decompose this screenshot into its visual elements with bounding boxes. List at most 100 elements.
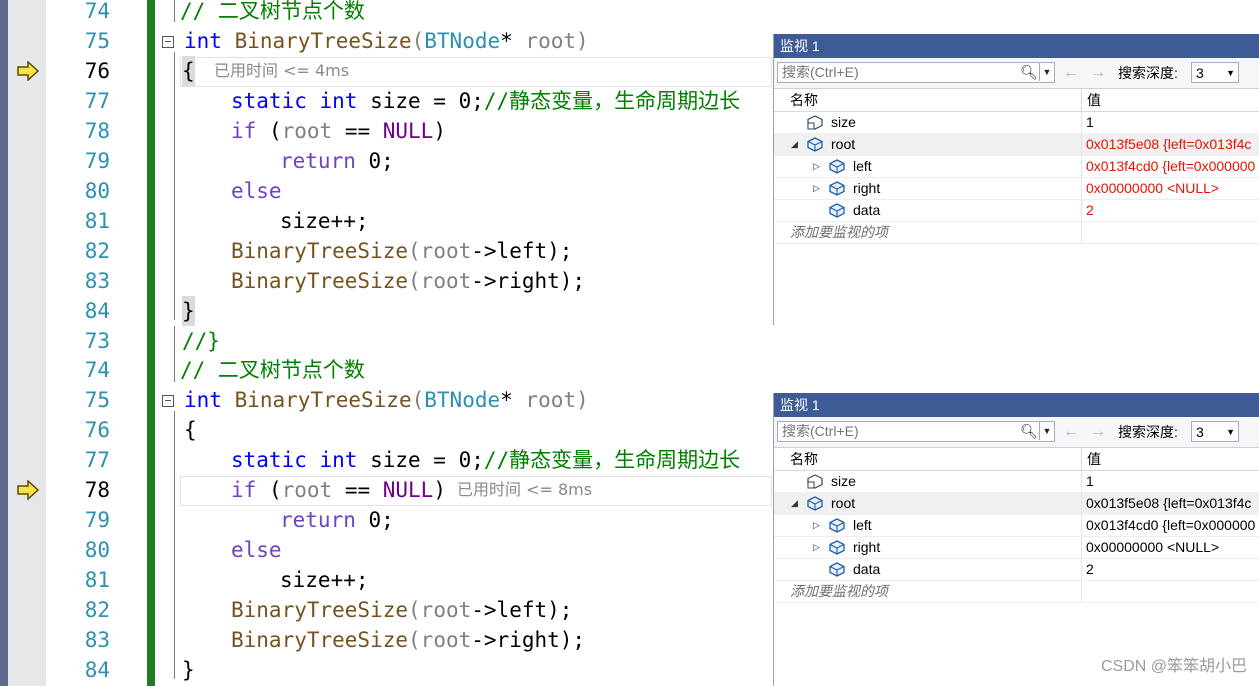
watch-value[interactable]: 1 xyxy=(1086,112,1094,133)
watch-toolbar: 🔍︎ ▼ ← → 搜索深度: 3▼ xyxy=(774,58,1259,89)
column-divider xyxy=(1081,112,1082,133)
watch-column-header: 名称 值 xyxy=(774,448,1259,471)
watch-row-root[interactable]: ◢ root 0x013f5e08 {left=0x013f4c xyxy=(774,493,1259,515)
brace: } xyxy=(182,658,195,682)
watch-value[interactable]: 2 xyxy=(1086,559,1094,580)
watch-row-right[interactable]: ▷ right 0x00000000 <NULL> xyxy=(774,537,1259,559)
watch-value[interactable]: 0x013f5e08 {left=0x013f4c xyxy=(1086,493,1251,514)
expanded-triangle-icon[interactable]: ◢ xyxy=(791,134,798,155)
watch-name: size xyxy=(831,473,856,489)
code-line: 83 BinaryTreeSize(root->right); xyxy=(0,625,773,655)
watch-search-input[interactable] xyxy=(777,62,1055,83)
statement: if (root == NULL) xyxy=(231,478,446,502)
code-line: 83 BinaryTreeSize(root->right); xyxy=(0,266,773,296)
watch-row-root[interactable]: ◢ root 0x013f5e08 {left=0x013f4c xyxy=(774,134,1259,156)
code-line: 79 return 0; xyxy=(0,146,773,176)
watch-row-right[interactable]: ▷ right 0x00000000 <NULL> xyxy=(774,178,1259,200)
code-line: 75 int BinaryTreeSize(BTNode* root) xyxy=(0,385,773,415)
watch-name: size xyxy=(831,114,856,130)
watch-name: right xyxy=(853,180,881,196)
code-line: 81 size++; xyxy=(0,206,773,236)
line-number: 82 xyxy=(84,239,110,263)
watch-add-item-row[interactable]: 添加要监视的项 xyxy=(774,222,1259,244)
watch-value[interactable]: 0x00000000 <NULL> xyxy=(1086,537,1219,558)
line-number: 75 xyxy=(84,388,110,412)
code-line: 82 BinaryTreeSize(root->left); xyxy=(0,236,773,266)
collapsed-triangle-icon[interactable]: ▷ xyxy=(813,156,820,177)
watch-title[interactable]: 监视 1 xyxy=(774,34,1259,58)
statement: BinaryTreeSize(root->left); xyxy=(231,239,573,263)
line-number: 79 xyxy=(84,508,110,532)
fold-collapse-icon[interactable] xyxy=(162,36,174,48)
search-options-dropdown-icon[interactable]: ▼ xyxy=(1039,422,1054,440)
watch-value-changed[interactable]: 0x013f5e08 {left=0x013f4c xyxy=(1086,134,1251,155)
column-value-header[interactable]: 值 xyxy=(1087,448,1101,470)
search-back-icon[interactable]: ← xyxy=(1063,62,1079,84)
column-divider xyxy=(1081,89,1082,111)
add-watch-placeholder[interactable]: 添加要监视的项 xyxy=(790,581,888,602)
search-icon[interactable]: 🔍︎ xyxy=(1019,422,1039,440)
add-watch-placeholder[interactable]: 添加要监视的项 xyxy=(790,222,888,243)
line-number: 80 xyxy=(84,538,110,562)
column-divider xyxy=(1081,200,1082,221)
search-depth-value: 3 xyxy=(1196,65,1204,81)
statement: BinaryTreeSize(root->right); xyxy=(231,269,586,293)
watch-name: root xyxy=(831,495,856,511)
column-divider xyxy=(1081,515,1082,536)
watch-value-changed[interactable]: 0x013f4cd0 {left=0x000000 xyxy=(1086,156,1255,177)
code-line: 84 } xyxy=(0,296,773,326)
column-divider xyxy=(1081,493,1082,514)
column-name-header[interactable]: 名称 xyxy=(790,448,818,470)
perf-tip: 已用时间 <= 8ms xyxy=(457,480,593,499)
collapsed-triangle-icon[interactable]: ▷ xyxy=(813,178,820,199)
column-name-header[interactable]: 名称 xyxy=(790,89,818,111)
statement: static int size = 0;//静态变量，生命周期边长 xyxy=(231,89,741,113)
watch-value[interactable]: 1 xyxy=(1086,471,1094,492)
column-value-header[interactable]: 值 xyxy=(1087,89,1101,111)
statement: size++; xyxy=(280,209,369,233)
search-depth-value: 3 xyxy=(1196,424,1204,440)
comment: // 二叉树节点个数 xyxy=(180,358,365,382)
watch-window-top[interactable]: 监视 1 🔍︎ ▼ ← → 搜索深度: 3▼ 名称 值 size 1 ◢ roo… xyxy=(773,34,1259,325)
search-depth-select[interactable]: 3 ▼ xyxy=(1191,421,1239,442)
search-back-icon[interactable]: ← xyxy=(1063,421,1079,443)
collapsed-triangle-icon[interactable]: ▷ xyxy=(813,515,820,536)
search-depth-select[interactable]: 3 ▼ xyxy=(1191,62,1239,83)
watch-add-item-row[interactable]: 添加要监视的项 xyxy=(774,581,1259,603)
statement: return 0; xyxy=(280,508,394,532)
watch-row-left[interactable]: ▷ left 0x013f4cd0 {left=0x000000 xyxy=(774,515,1259,537)
statement: BinaryTreeSize(root->right); xyxy=(231,628,586,652)
variable-cube-icon xyxy=(829,181,845,196)
watch-row-size[interactable]: size 1 xyxy=(774,112,1259,134)
code-line: 80 else xyxy=(0,535,773,565)
fold-collapse-icon[interactable] xyxy=(162,395,174,407)
search-options-dropdown-icon[interactable]: ▼ xyxy=(1039,63,1054,81)
watch-row-data[interactable]: data 2 xyxy=(774,200,1259,222)
watermark: CSDN @笨笨胡小巴 xyxy=(1100,658,1247,675)
expanded-triangle-icon[interactable]: ◢ xyxy=(791,493,798,514)
code-line: 82 BinaryTreeSize(root->left); xyxy=(0,595,773,625)
variable-cube-icon xyxy=(829,203,845,218)
watch-row-left[interactable]: ▷ left 0x013f4cd0 {left=0x000000 xyxy=(774,156,1259,178)
watch-value[interactable]: 0x013f4cd0 {left=0x000000 xyxy=(1086,515,1255,536)
watch-title[interactable]: 监视 1 xyxy=(774,393,1259,417)
statement: return 0; xyxy=(280,149,394,173)
watch-name: left xyxy=(853,158,872,174)
line-number: 78 xyxy=(84,478,110,502)
line-number: 74 xyxy=(84,358,110,382)
watch-row-size[interactable]: size 1 xyxy=(774,471,1259,493)
search-icon[interactable]: 🔍︎ xyxy=(1019,63,1039,81)
watch-row-data[interactable]: data 2 xyxy=(774,559,1259,581)
code-line: 74 // 二叉树节点个数 xyxy=(0,0,773,26)
search-forward-icon[interactable]: → xyxy=(1090,62,1106,84)
code-line-current: 76 { 已用时间 <= 4ms xyxy=(0,56,773,87)
function-signature: int BinaryTreeSize(BTNode* root) xyxy=(184,388,589,412)
collapsed-triangle-icon[interactable]: ▷ xyxy=(813,537,820,558)
watch-column-header: 名称 值 xyxy=(774,89,1259,112)
code-line: 80 else xyxy=(0,176,773,206)
watch-value-changed[interactable]: 2 xyxy=(1086,200,1094,221)
search-forward-icon[interactable]: → xyxy=(1090,421,1106,443)
watch-window-bottom[interactable]: 监视 1 🔍︎ ▼ ← → 搜索深度: 3▼ 名称 值 size 1 ◢ roo… xyxy=(773,393,1259,686)
watch-search-input[interactable] xyxy=(777,421,1055,442)
watch-value-changed[interactable]: 0x00000000 <NULL> xyxy=(1086,178,1219,199)
